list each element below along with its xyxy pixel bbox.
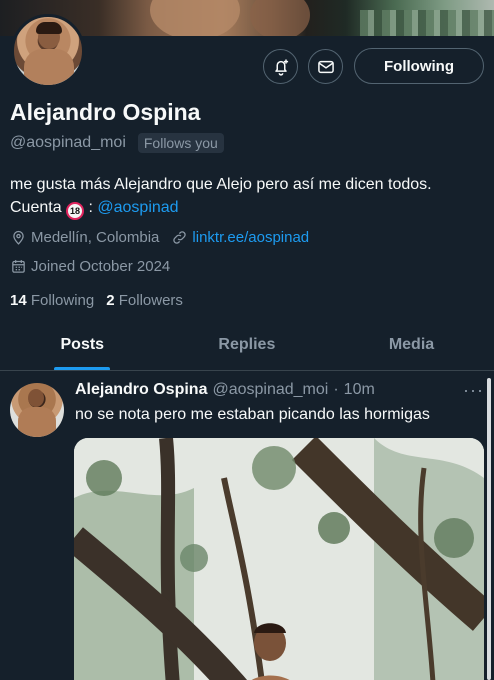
bio-separator: : bbox=[84, 199, 98, 216]
handle-row: @aospinad_moi Follows you bbox=[10, 133, 224, 153]
envelope-icon bbox=[317, 60, 334, 73]
location-text: Medellín, Colombia bbox=[31, 229, 160, 246]
location-item: Medellín, Colombia bbox=[10, 229, 159, 246]
joined-text: Joined October 2024 bbox=[31, 258, 171, 275]
message-button[interactable] bbox=[308, 49, 343, 84]
banner-shape bbox=[250, 0, 310, 36]
following-button[interactable]: Following bbox=[354, 48, 484, 84]
tweet-author-name[interactable]: Alejandro Ospina bbox=[75, 381, 207, 399]
profile-stats: 14 Following 2 Followers bbox=[10, 292, 183, 309]
banner-shape bbox=[150, 0, 240, 36]
adults-only-icon: 18 bbox=[66, 202, 85, 220]
tweet-author-avatar[interactable] bbox=[10, 383, 64, 437]
photo-trees-scene bbox=[74, 438, 484, 680]
profile-name: Alejandro Ospina bbox=[10, 99, 201, 125]
tab-replies[interactable]: Replies bbox=[165, 330, 330, 370]
bell-plus-icon bbox=[274, 59, 288, 76]
profile-handle: @aospinad_moi bbox=[10, 134, 126, 151]
tweet-separator: · bbox=[333, 381, 339, 398]
following-label: Following bbox=[30, 292, 95, 309]
profile-tabs: Posts Replies Media bbox=[0, 330, 494, 371]
website-item[interactable]: linktr.ee/aospinad bbox=[171, 229, 309, 246]
calendar-icon bbox=[12, 260, 25, 273]
avatar-figure-body bbox=[18, 407, 56, 437]
tweet-media-photo[interactable] bbox=[74, 438, 484, 680]
followers-label: Followers bbox=[118, 292, 183, 309]
tweet-timestamp[interactable]: 10m bbox=[344, 381, 375, 399]
tab-posts[interactable]: Posts bbox=[0, 330, 165, 371]
avatar-figure-head bbox=[28, 389, 44, 407]
scrollbar[interactable] bbox=[487, 378, 491, 680]
follows-you-badge: Follows you bbox=[137, 133, 224, 153]
profile-bio: me gusta más Alejandro que Alejo pero as… bbox=[10, 173, 480, 220]
following-stat[interactable]: 14 Following bbox=[10, 292, 94, 309]
following-count: 14 bbox=[10, 292, 27, 309]
tab-media[interactable]: Media bbox=[329, 330, 494, 370]
tweet-header: Alejandro Ospina @aospinad_moi · 10m bbox=[75, 381, 375, 399]
tab-label: Posts bbox=[60, 336, 105, 353]
banner-shape bbox=[360, 10, 494, 36]
tweet-text: no se nota pero me estaban picando las h… bbox=[75, 406, 430, 423]
followers-stat[interactable]: 2 Followers bbox=[106, 292, 183, 309]
divider bbox=[0, 370, 494, 371]
joined-row: Joined October 2024 bbox=[10, 258, 170, 275]
joined-item: Joined October 2024 bbox=[10, 258, 170, 275]
avatar-figure-hair bbox=[36, 22, 62, 34]
followers-count: 2 bbox=[106, 292, 115, 309]
notify-button[interactable] bbox=[263, 49, 298, 84]
website-link[interactable]: linktr.ee/aospinad bbox=[192, 229, 309, 246]
avatar-figure-body bbox=[24, 49, 74, 85]
tab-label: Media bbox=[388, 336, 435, 353]
bio-mention-link[interactable]: @aospinad bbox=[97, 199, 178, 216]
location-pin-icon bbox=[13, 230, 24, 245]
tab-label: Replies bbox=[218, 336, 276, 353]
profile-meta-row: Medellín, Colombia linktr.ee/aospinad bbox=[10, 229, 309, 246]
link-icon bbox=[173, 231, 187, 244]
more-options-icon[interactable]: ··· bbox=[463, 380, 484, 401]
tweet-author-handle[interactable]: @aospinad_moi bbox=[212, 381, 328, 399]
profile-avatar[interactable] bbox=[11, 14, 85, 88]
